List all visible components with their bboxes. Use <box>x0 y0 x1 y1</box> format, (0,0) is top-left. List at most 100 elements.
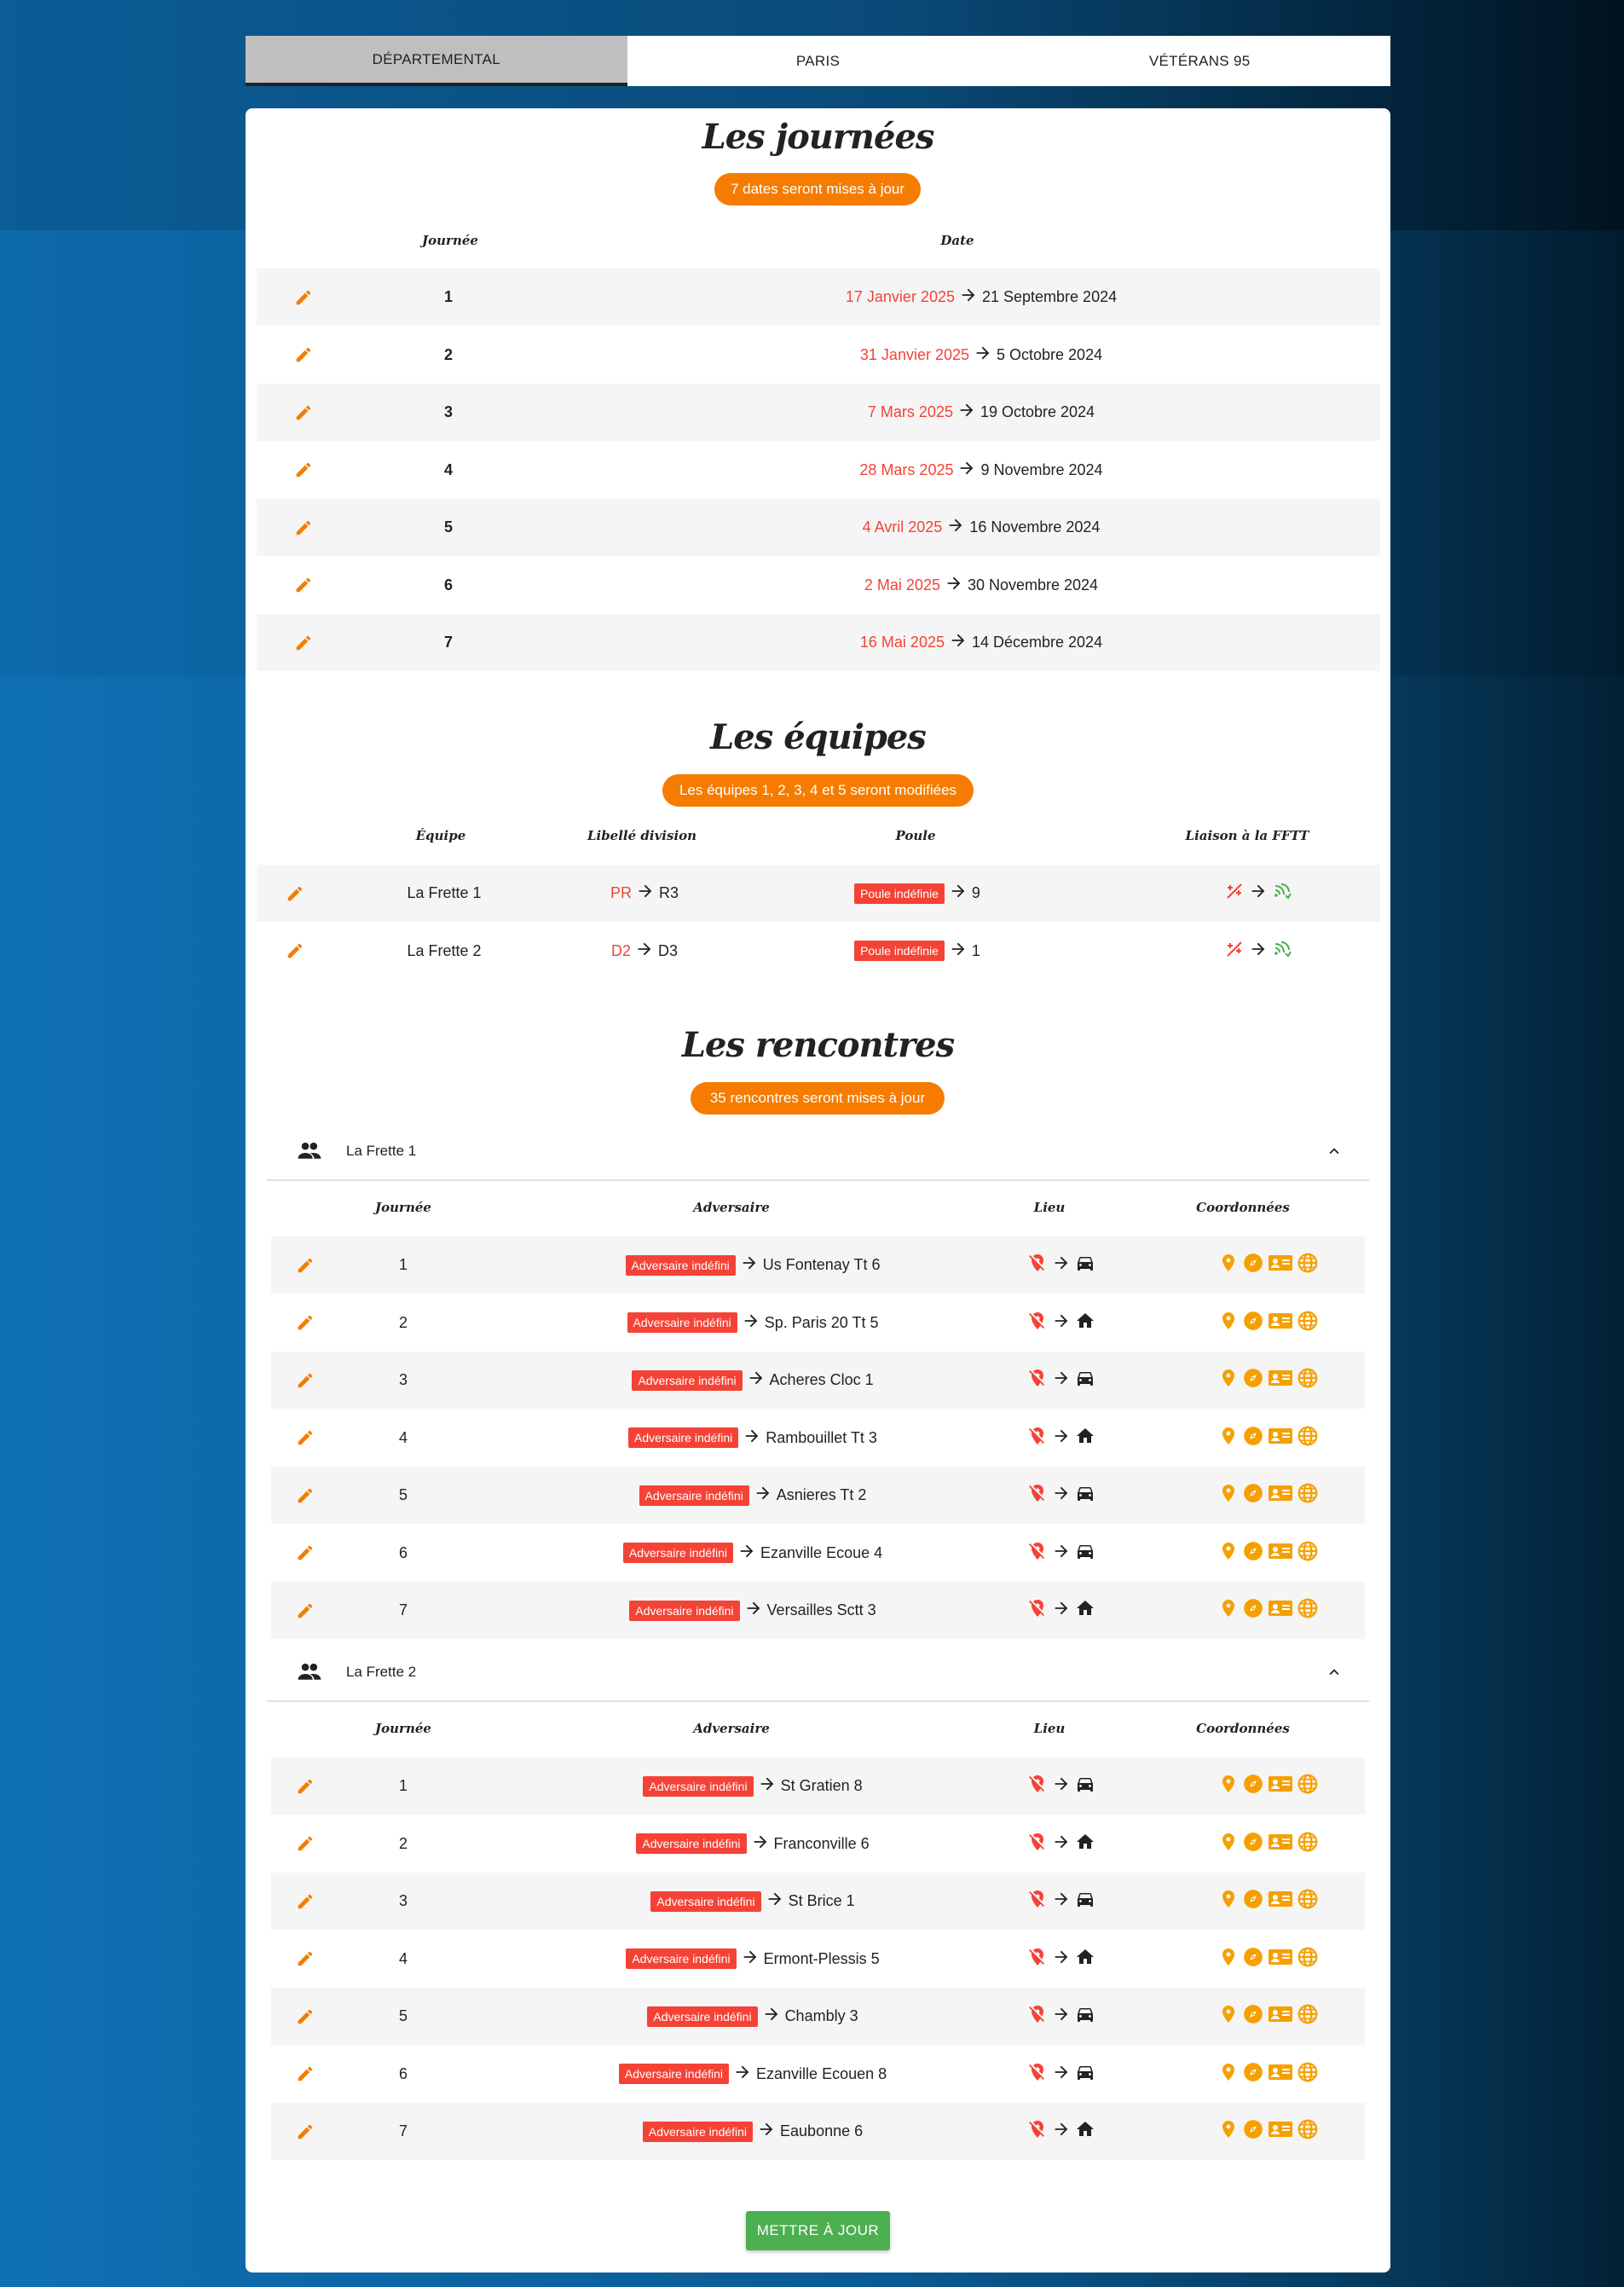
edit-icon[interactable] <box>278 865 312 922</box>
edit-icon[interactable] <box>288 1815 322 1873</box>
location-pin-icon[interactable] <box>1218 1253 1239 1277</box>
edit-icon[interactable] <box>286 269 321 326</box>
location-pin-icon[interactable] <box>1218 1311 1239 1335</box>
compass-icon[interactable] <box>1242 1831 1264 1857</box>
contact-card-icon[interactable] <box>1268 2119 1293 2144</box>
globe-icon[interactable] <box>1297 1597 1319 1624</box>
location-pin-icon[interactable] <box>1218 1947 1239 1971</box>
arrow-right-icon <box>762 2005 781 2028</box>
globe-icon[interactable] <box>1297 1310 1319 1336</box>
edit-icon[interactable] <box>286 614 321 671</box>
contact-card-icon[interactable] <box>1268 1311 1293 1335</box>
globe-icon[interactable] <box>1297 1831 1319 1857</box>
edit-icon[interactable] <box>288 1582 322 1639</box>
globe-icon[interactable] <box>1297 2061 1319 2087</box>
new-date: 30 Novembre 2024 <box>967 576 1099 593</box>
rencontre-row: 5 Adversaire indéfini Asnieres Tt 2 <box>271 1467 1365 1524</box>
compass-icon[interactable] <box>1242 2003 1264 2029</box>
globe-icon[interactable] <box>1297 1367 1319 1393</box>
compass-icon[interactable] <box>1242 1773 1264 1799</box>
edit-icon[interactable] <box>286 442 321 499</box>
globe-icon[interactable] <box>1297 1540 1319 1566</box>
globe-icon[interactable] <box>1297 1888 1319 1914</box>
globe-icon[interactable] <box>1297 2003 1319 2029</box>
equipes-title: Les équipes <box>710 717 927 757</box>
compass-icon[interactable] <box>1242 1946 1264 1972</box>
new-division: D3 <box>658 941 679 959</box>
contact-card-icon[interactable] <box>1268 2004 1293 2029</box>
compass-icon[interactable] <box>1242 1425 1264 1451</box>
edit-icon[interactable] <box>288 1988 322 2045</box>
contact-card-icon[interactable] <box>1268 1483 1293 1508</box>
edit-icon[interactable] <box>288 1467 322 1524</box>
globe-icon[interactable] <box>1297 1425 1319 1451</box>
compass-icon[interactable] <box>1242 1310 1264 1336</box>
edit-icon[interactable] <box>288 1873 322 1930</box>
contact-card-icon[interactable] <box>1268 1541 1293 1566</box>
compass-icon[interactable] <box>1242 1252 1264 1278</box>
location-pin-icon[interactable] <box>1218 1889 1239 1914</box>
compass-icon[interactable] <box>1242 1597 1264 1624</box>
contact-card-icon[interactable] <box>1268 1774 1293 1798</box>
edit-icon[interactable] <box>288 1410 322 1467</box>
location-pin-icon[interactable] <box>1218 2062 1239 2087</box>
location-pin-icon[interactable] <box>1218 1774 1239 1798</box>
edit-icon[interactable] <box>288 2103 322 2160</box>
chevron-up-icon[interactable] <box>1325 1142 1344 1165</box>
coordonnees-icons <box>1183 1236 1354 1294</box>
contact-card-icon[interactable] <box>1268 1426 1293 1450</box>
location-pin-icon[interactable] <box>1218 2119 1239 2144</box>
arrow-right-icon <box>758 1775 777 1798</box>
compass-icon[interactable] <box>1242 1367 1264 1393</box>
compass-icon[interactable] <box>1242 2118 1264 2145</box>
coordonnees-icons <box>1183 1467 1354 1524</box>
lieu-change <box>1006 1294 1117 1352</box>
team-group-header[interactable]: La Frette 2 <box>267 1644 1369 1702</box>
edit-icon[interactable] <box>288 1757 322 1815</box>
update-button[interactable]: METTRE À JOUR <box>746 2211 890 2250</box>
compass-icon[interactable] <box>1242 1482 1264 1508</box>
globe-icon[interactable] <box>1297 1946 1319 1972</box>
location-pin-icon[interactable] <box>1218 1426 1239 1450</box>
edit-icon[interactable] <box>286 557 321 614</box>
globe-icon[interactable] <box>1297 1482 1319 1508</box>
contact-card-icon[interactable] <box>1268 1368 1293 1392</box>
edit-icon[interactable] <box>288 1525 322 1582</box>
compass-icon[interactable] <box>1242 1888 1264 1914</box>
edit-icon[interactable] <box>286 499 321 556</box>
location-pin-icon[interactable] <box>1218 1598 1239 1623</box>
globe-icon[interactable] <box>1297 2118 1319 2145</box>
contact-card-icon[interactable] <box>1268 1598 1293 1623</box>
chevron-up-icon[interactable] <box>1325 1663 1344 1686</box>
rencontre-journee: 7 <box>398 1601 407 1618</box>
location-pin-icon[interactable] <box>1218 1541 1239 1566</box>
contact-card-icon[interactable] <box>1268 1947 1293 1971</box>
tab-departemental[interactable]: DÉPARTEMENTAL <box>246 36 627 86</box>
contact-card-icon[interactable] <box>1268 2062 1293 2087</box>
location-pin-icon[interactable] <box>1218 1368 1239 1392</box>
edit-icon[interactable] <box>288 1236 322 1294</box>
liaison-change <box>1182 923 1335 980</box>
contact-card-icon[interactable] <box>1268 1832 1293 1856</box>
location-pin-icon[interactable] <box>1218 1483 1239 1508</box>
edit-icon[interactable] <box>286 384 321 441</box>
globe-icon[interactable] <box>1297 1252 1319 1278</box>
location-pin-icon[interactable] <box>1218 1832 1239 1856</box>
edit-icon[interactable] <box>288 1931 322 1988</box>
edit-icon[interactable] <box>286 327 321 384</box>
old-date: 28 Mars 2025 <box>859 460 954 478</box>
tab-veterans-95[interactable]: VÉTÉRANS 95 <box>1008 36 1390 86</box>
edit-icon[interactable] <box>278 923 312 980</box>
edit-icon[interactable] <box>288 1352 322 1409</box>
contact-card-icon[interactable] <box>1268 1889 1293 1914</box>
contact-card-icon[interactable] <box>1268 1253 1293 1277</box>
location-pin-icon[interactable] <box>1218 2004 1239 2029</box>
compass-icon[interactable] <box>1242 1540 1264 1566</box>
compass-icon[interactable] <box>1242 2061 1264 2087</box>
edit-icon[interactable] <box>288 2046 322 2103</box>
tab-paris[interactable]: PARIS <box>627 36 1009 86</box>
adversaire-name: Rambouillet Tt 3 <box>766 1428 877 1446</box>
team-group-header[interactable]: La Frette 1 <box>267 1123 1369 1181</box>
globe-icon[interactable] <box>1297 1773 1319 1799</box>
edit-icon[interactable] <box>288 1294 322 1352</box>
